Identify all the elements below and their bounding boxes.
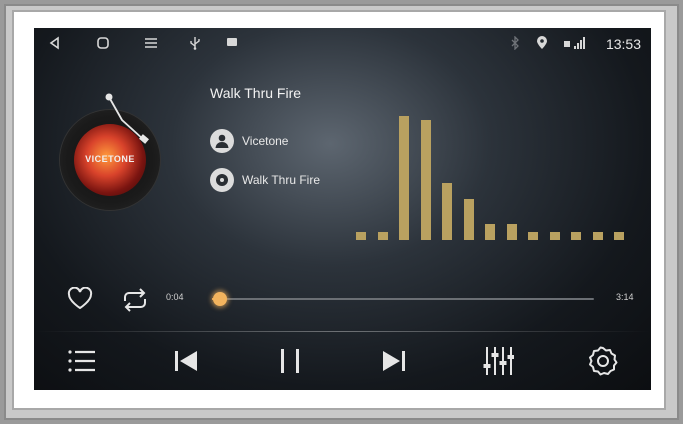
usb-icon bbox=[189, 36, 201, 54]
eq-bar bbox=[399, 116, 409, 240]
playlist-icon bbox=[68, 350, 95, 372]
next-icon bbox=[383, 351, 405, 371]
eq-bar bbox=[463, 199, 474, 240]
eq-bar bbox=[571, 232, 581, 240]
eq-bar bbox=[420, 120, 431, 240]
menu-icon[interactable] bbox=[144, 36, 158, 54]
artist-row: Vicetone bbox=[210, 128, 288, 154]
eq-bar bbox=[528, 232, 538, 240]
album-art-text: VICETONE bbox=[85, 154, 135, 164]
eq-bar bbox=[442, 183, 452, 240]
eq-bar bbox=[377, 232, 388, 240]
equalizer-icon bbox=[483, 347, 514, 375]
eq-bar bbox=[506, 224, 517, 240]
home-icon[interactable] bbox=[96, 36, 110, 54]
tonearm-icon bbox=[105, 93, 149, 144]
eq-bar bbox=[592, 232, 603, 240]
settings-button[interactable] bbox=[585, 346, 621, 376]
album-icon bbox=[210, 168, 234, 192]
pause-button[interactable] bbox=[272, 346, 308, 376]
location-icon bbox=[536, 36, 548, 54]
repeat-icon[interactable] bbox=[120, 288, 150, 317]
artist-icon bbox=[210, 129, 234, 153]
eq-bar bbox=[485, 224, 495, 240]
clock: 13:53 bbox=[605, 36, 641, 52]
previous-button[interactable] bbox=[168, 346, 204, 376]
settings-icon bbox=[589, 346, 618, 376]
next-button[interactable] bbox=[376, 346, 412, 376]
equalizer-visualizer bbox=[354, 108, 634, 240]
status-bar: 13:53 bbox=[34, 28, 651, 60]
eq-bar bbox=[614, 232, 624, 240]
playlist-button[interactable] bbox=[64, 346, 100, 376]
previous-icon bbox=[175, 351, 197, 371]
progress-track[interactable] bbox=[212, 298, 594, 300]
notification-icon bbox=[226, 36, 238, 52]
track-title: Walk Thru Fire bbox=[210, 85, 302, 101]
total-time: 3:14 bbox=[616, 292, 634, 302]
artist-name: Vicetone bbox=[242, 134, 289, 148]
elapsed-time: 0:04 bbox=[166, 292, 184, 302]
back-icon[interactable] bbox=[48, 36, 62, 54]
bluetooth-icon bbox=[510, 35, 520, 54]
player-screen: 13:53 VICETONE Walk Thru Fire Vicetone W… bbox=[34, 28, 651, 390]
eq-bar bbox=[549, 232, 560, 240]
pause-icon bbox=[281, 349, 299, 373]
divider bbox=[34, 331, 651, 332]
eq-bar bbox=[356, 232, 366, 240]
progress-knob[interactable] bbox=[213, 292, 227, 306]
album-name: Walk Thru Fire bbox=[242, 173, 321, 187]
heart-icon[interactable] bbox=[66, 286, 94, 316]
signal-icon bbox=[564, 36, 586, 54]
album-row: Walk Thru Fire bbox=[210, 167, 320, 193]
equalizer-button[interactable] bbox=[480, 346, 516, 376]
